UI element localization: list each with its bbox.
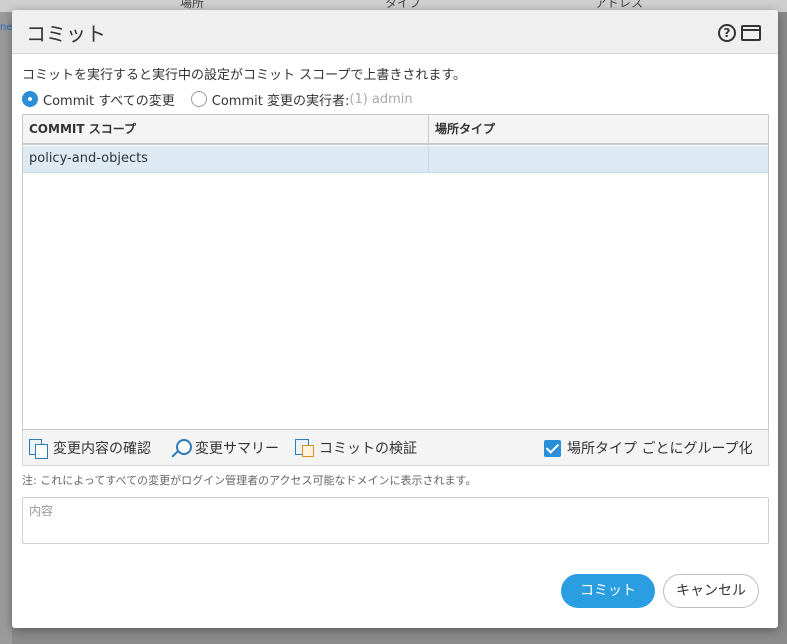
dialog-title-bar[interactable]: コミット ? [12, 10, 778, 54]
column-header-location-type[interactable]: 場所タイプ [429, 115, 768, 143]
commit-button[interactable]: コミット [561, 574, 655, 608]
cell-location-type [429, 146, 768, 172]
change-summary-button[interactable]: 変更サマリー [171, 438, 279, 458]
group-by-location-checkbox[interactable]: 場所タイプ ごとにグループ化 [544, 438, 753, 458]
commit-by-user-label[interactable]: Commit 変更の実行者: [212, 90, 350, 109]
validate-commit-label: コミットの検証 [319, 441, 417, 457]
maximize-window-icon[interactable] [741, 25, 761, 41]
table-header: COMMIT スコープ 場所タイプ [23, 115, 768, 145]
preview-changes-label: 変更内容の確認 [53, 441, 151, 457]
commit-note: 注: これによってすべての変更がログイン管理者のアクセス可能なドメインに表示され… [22, 474, 477, 487]
description-input[interactable] [22, 497, 769, 544]
table-row[interactable]: policy-and-objects [23, 146, 768, 173]
cancel-button[interactable]: キャンセル [663, 574, 759, 608]
commit-all-label[interactable]: Commit すべての変更 [43, 90, 175, 109]
validate-commit-icon [295, 439, 314, 457]
commit-scope-table: COMMIT スコープ 場所タイプ policy-and-objects [22, 114, 769, 430]
commit-by-user-radio[interactable] [190, 91, 207, 107]
cell-commit-scope: policy-and-objects [23, 146, 429, 172]
commit-by-user-admin-link[interactable]: (1) admin [349, 92, 412, 107]
commit-toolbar: 変更内容の確認 変更サマリー コミットの検証 場所タイプ ごとにグループ化 [22, 430, 769, 466]
commit-description: コミットを実行すると実行中の設定がコミット スコープで上書きされます。 [22, 68, 467, 83]
preview-changes-button[interactable]: 変更内容の確認 [29, 438, 151, 459]
dialog-title: コミット [26, 22, 106, 46]
help-icon[interactable]: ? [718, 24, 736, 42]
commit-dialog: コミット ? コミットを実行すると実行中の設定がコミット スコープで上書きされま… [12, 10, 778, 628]
change-summary-label: 変更サマリー [195, 441, 279, 457]
commit-scope-radio-group: Commit すべての変更 Commit 変更の実行者: (1) admin [22, 89, 413, 109]
checkbox-checked-icon[interactable] [544, 439, 561, 457]
group-by-location-label: 場所タイプ ごとにグループ化 [567, 441, 753, 457]
background-left-strip [0, 12, 12, 644]
column-header-commit-scope[interactable]: COMMIT スコープ [23, 115, 429, 143]
commit-all-radio[interactable] [22, 91, 38, 107]
validate-commit-button[interactable]: コミットの検証 [295, 438, 417, 458]
preview-changes-icon [29, 439, 48, 459]
change-summary-icon [171, 439, 192, 457]
